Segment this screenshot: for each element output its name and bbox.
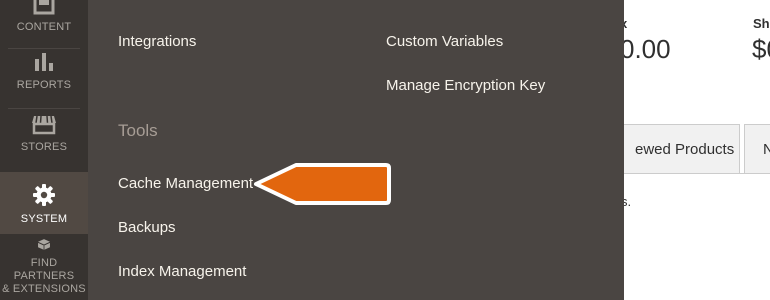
tab-divider [624,173,770,174]
sidebar-item-label-line2: & EXTENSIONS [2,283,86,295]
sidebar-item-label: REPORTS [16,79,72,91]
totals-value-partial: 0.00 [620,34,671,64]
stores-icon [32,115,56,135]
content-icon [33,0,55,15]
callout-arrow-icon [254,163,391,205]
menu-link-integrations[interactable]: Integrations [118,33,196,50]
menu-link-backups[interactable]: Backups [118,219,176,236]
sidebar-item-reports[interactable]: REPORTS [0,38,88,100]
system-flyout-menu: Integrations Custom Variables Manage Enc… [88,0,624,300]
gear-icon [33,184,55,206]
sidebar-item-label: SYSTEM [20,213,68,225]
sidebar-item-find-partners[interactable]: FIND PARTNERS & EXTENSIONS [0,238,88,300]
reports-icon [35,53,53,71]
tab-new-customers[interactable]: N [744,124,770,174]
menu-link-custom-variables[interactable]: Custom Variables [386,33,503,50]
tab-most-viewed-products-label: ewed Products [635,141,735,158]
sidebar-item-label: CONTENT [16,21,72,33]
shipping-value-partial: $0 [752,34,770,64]
menu-link-cache-management[interactable]: Cache Management [118,175,253,192]
tab-new-customers-label: N [763,141,770,158]
menu-link-index-management[interactable]: Index Management [118,263,246,280]
tab-most-viewed-products[interactable]: ewed Products [612,124,740,174]
partners-icon [38,239,50,250]
menu-heading-tools: Tools [118,121,158,140]
admin-sidebar: CONTENT REPORTS STORES SYSTEM FIND PARTN… [0,0,88,300]
menu-link-manage-encryption-key[interactable]: Manage Encryption Key [386,77,545,94]
sidebar-item-stores[interactable]: STORES [0,100,88,162]
sidebar-item-content[interactable]: CONTENT [0,0,88,36]
sidebar-item-label: STORES [20,141,68,153]
sidebar-item-label-line1: FIND PARTNERS [13,257,75,282]
sidebar-item-system[interactable]: SYSTEM [0,172,88,234]
shipping-label-partial: Shi [753,16,770,31]
